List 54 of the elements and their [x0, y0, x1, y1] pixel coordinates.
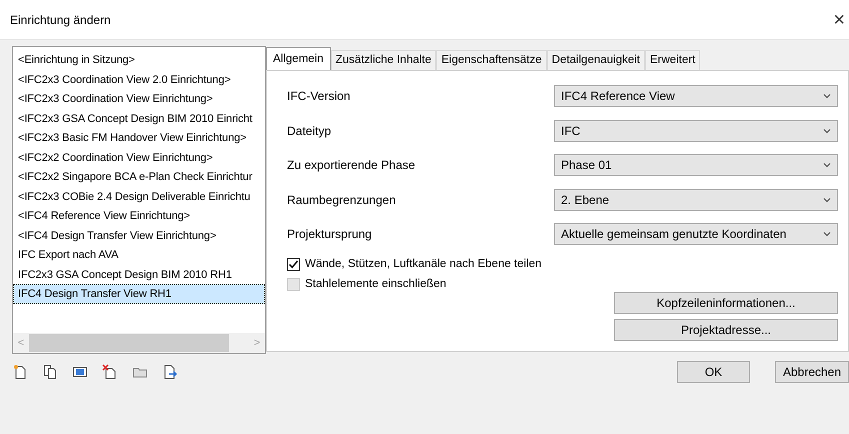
window-title: Einrichtung ändern — [10, 12, 111, 28]
export-icon[interactable] — [162, 364, 178, 380]
rename-icon[interactable] — [72, 364, 88, 380]
setup-item[interactable]: <IFC2x2 Singapore BCA e-Plan Check Einrichtur — [13, 167, 265, 186]
ok-button[interactable]: OK — [677, 361, 750, 383]
tab[interactable]: Erweitert — [645, 50, 700, 70]
tab[interactable]: Allgemein — [266, 47, 330, 70]
dropdown[interactable]: Aktuelle gemeinsam genutzte Koordinaten — [554, 223, 838, 246]
chevron-down-icon — [823, 128, 831, 134]
chevron-down-icon — [823, 231, 831, 238]
cancel-button[interactable]: Abbrechen — [775, 361, 849, 383]
field-label: Dateityp — [287, 122, 332, 140]
setup-item[interactable]: <IFC2x3 Coordination View Einrichtung> — [13, 89, 265, 108]
tab[interactable]: Eigenschaftensätze — [436, 50, 547, 70]
tab[interactable]: Detailgenauigkeit — [546, 50, 645, 70]
delete-document-icon[interactable] — [102, 364, 118, 380]
tab[interactable]: Zusätzliche Inhalte — [330, 50, 436, 70]
setup-item[interactable]: <Einrichtung in Sitzung> — [13, 50, 265, 70]
dropdown-value: 2. Ebene — [561, 192, 610, 209]
checkmark-icon — [288, 259, 299, 270]
chevron-down-icon — [823, 196, 831, 203]
field-label: Zu exportierende Phase — [287, 157, 416, 174]
setup-item[interactable]: IFC4 Design Transfer View RH1 — [13, 284, 265, 304]
dropdown-value: IFC4 Reference View — [561, 88, 675, 106]
dropdown[interactable]: IFC — [554, 120, 838, 142]
field-label: Raumbegrenzungen — [287, 192, 396, 209]
checkbox-label: Stahlelemente einschließen — [305, 276, 446, 292]
checkbox[interactable] — [287, 258, 300, 271]
close-button[interactable]: × — [829, 10, 849, 30]
dropdown-value: Phase 01 — [561, 157, 612, 174]
setup-item[interactable]: <IFC2x3 Coordination View 2.0 Einrichtung> — [13, 70, 265, 89]
setup-item[interactable]: <IFC2x3 GSA Concept Design BIM 2010 Einricht — [13, 108, 265, 128]
setup-item[interactable]: <IFC4 Reference View Einrichtung> — [13, 206, 265, 226]
checkbox-label: Wände, Stützen, Luftkanäle nach Ebene teilen — [305, 256, 542, 272]
scrollbar-thumb[interactable] — [29, 334, 229, 352]
field-label: IFC-Version — [287, 88, 350, 106]
new-document-icon[interactable] — [12, 364, 28, 380]
setup-item[interactable]: <IFC4 Design Transfer View Einrichtung> — [13, 226, 265, 245]
setup-item[interactable]: IFC Export nach AVA — [13, 245, 265, 264]
setup-item[interactable]: <IFC2x2 Coordination View Einrichtung> — [13, 148, 265, 167]
setup-item[interactable]: IFC2x3 GSA Concept Design BIM 2010 RH1 — [13, 264, 265, 284]
chevron-down-icon — [823, 162, 831, 168]
panel-button[interactable]: Kopfzeileninformationen... — [614, 292, 838, 314]
field-label: Projektursprung — [287, 226, 372, 244]
dropdown-value: IFC — [561, 122, 580, 140]
dropdown[interactable]: Phase 01 — [554, 154, 838, 176]
setup-item[interactable]: <IFC2x3 Basic FM Handover View Einrichtung> — [13, 128, 265, 148]
chevron-down-icon — [823, 93, 831, 100]
panel-button[interactable]: Projektadresse... — [614, 319, 838, 342]
setup-item[interactable]: <IFC2x3 COBie 2.4 Design Deliverable Einrichtu — [13, 186, 265, 206]
dropdown[interactable]: 2. Ebene — [554, 188, 838, 211]
dropdown[interactable]: IFC4 Reference View — [554, 85, 838, 108]
dropdown-value: Aktuelle gemeinsam genutzte Koordinaten — [561, 226, 786, 244]
copy-icon[interactable] — [42, 364, 58, 380]
